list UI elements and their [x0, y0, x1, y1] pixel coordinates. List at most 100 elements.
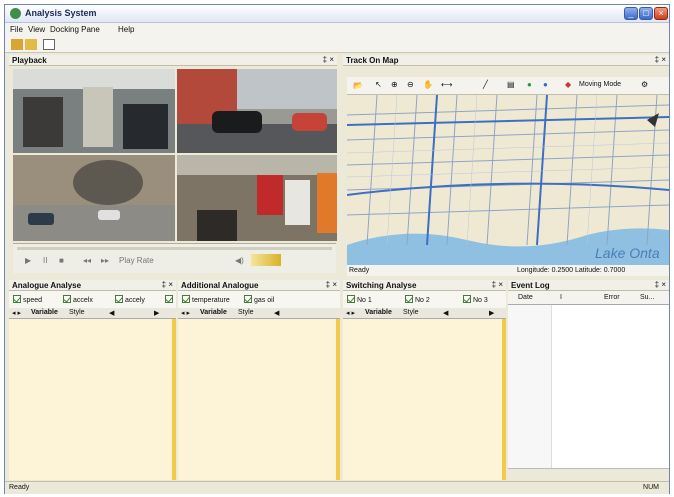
menu-docking-pane[interactable]: Docking Pane: [50, 25, 100, 34]
tab-scroll-right-icon[interactable]: ▶: [489, 309, 494, 317]
date-column-button[interactable]: Date: [518, 294, 533, 301]
marker-icon[interactable]: ◆: [565, 80, 571, 89]
volume-level-icon[interactable]: [251, 254, 281, 266]
switching-plot-area[interactable]: [343, 319, 506, 480]
measure-icon[interactable]: ⟷: [441, 80, 452, 89]
menu-view[interactable]: View: [28, 25, 45, 34]
refresh-icon[interactable]: ●: [543, 80, 548, 89]
pin-icon[interactable]: ‡: [323, 55, 327, 64]
menu-file[interactable]: File: [10, 25, 23, 34]
additional-analogue-panel: Additional Analogue ‡ × temperature gas …: [178, 280, 340, 480]
eventlog-columns: Date I Error Su...: [508, 291, 669, 305]
pin-icon[interactable]: ‡: [326, 280, 330, 289]
analogue-header: Analogue Analyse ‡ ×: [9, 280, 176, 291]
check-speed[interactable]: speed: [13, 295, 42, 304]
close-icon[interactable]: ×: [661, 280, 666, 289]
tab-style[interactable]: Style: [69, 309, 85, 316]
map-pin-icon[interactable]: ‡: [655, 55, 659, 64]
lake-label: Lake Onta: [595, 245, 660, 261]
close-icon[interactable]: ×: [332, 280, 337, 289]
application-window: Analysis System _ □ × File View Docking …: [4, 4, 670, 494]
playback-seek-slider[interactable]: [17, 247, 332, 250]
playback-controls: ▶ II ■ ◂◂ ▸▸ Play Rate ◀): [13, 243, 336, 273]
minimize-button[interactable]: _: [624, 7, 638, 20]
close-icon[interactable]: ×: [168, 280, 173, 289]
fast-forward-icon[interactable]: ▸▸: [101, 256, 109, 265]
tab-scroll-left-icon[interactable]: ◀: [443, 309, 448, 317]
check-accely[interactable]: accely: [115, 295, 145, 304]
maximize-button[interactable]: □: [639, 7, 653, 20]
window-title: Analysis System: [25, 8, 97, 18]
city-map[interactable]: Lake Onta: [347, 95, 669, 265]
check-no3[interactable]: No 3: [463, 295, 488, 304]
tab-style[interactable]: Style: [238, 309, 254, 316]
tab-style[interactable]: Style: [403, 309, 419, 316]
menu-help[interactable]: Help: [118, 25, 134, 34]
num-lock-indicator: NUM: [643, 484, 659, 491]
open-folder-icon[interactable]: [11, 39, 23, 50]
summary-column-button[interactable]: Su...: [640, 294, 654, 301]
tab-variable[interactable]: Variable: [31, 309, 58, 316]
close-button[interactable]: ×: [654, 7, 668, 20]
app-icon: [10, 8, 21, 19]
eventlog-header: Event Log ‡ ×: [508, 280, 669, 291]
map-header: Track On Map ‡ ×: [343, 55, 669, 66]
zoom-in-icon[interactable]: ⊕: [391, 80, 398, 89]
tab-variable[interactable]: Variable: [365, 309, 392, 316]
volume-icon[interactable]: ◀): [235, 256, 244, 265]
pause-icon[interactable]: II: [43, 256, 47, 265]
menu-bar: File View Docking Pane Help: [5, 23, 669, 36]
error-column-button[interactable]: Error: [604, 294, 620, 301]
zoom-out-icon[interactable]: ⊖: [407, 80, 414, 89]
map-toolbar: 📂 ↖ ⊕ ⊖ ✋ ⟷ ╱ ▤ ● ● ◆ Moving Mode ⚙: [347, 77, 669, 95]
eventlog-date-column: [508, 305, 552, 468]
tab-scroll-left-icon[interactable]: ◀: [274, 309, 279, 317]
tab-nav-icon[interactable]: ◂ ▸: [181, 309, 190, 317]
settings-icon[interactable]: ⚙: [641, 80, 648, 89]
eventlog-scrollbar[interactable]: [508, 468, 669, 480]
pointer-icon[interactable]: ↖: [375, 80, 382, 89]
bus-interior-camera-4: [177, 155, 337, 241]
check-gas-oil[interactable]: gas oil: [244, 295, 274, 304]
check-more[interactable]: [165, 295, 175, 304]
moving-mode-dropdown[interactable]: Moving Mode: [579, 81, 621, 88]
tab-nav-icon[interactable]: ◂ ▸: [12, 309, 21, 317]
map-status-bar: Ready Longitude: 0.2500 Latitude: 0.7000: [347, 265, 669, 276]
tab-scroll-left-icon[interactable]: ◀: [109, 309, 114, 317]
pan-icon[interactable]: ✋: [423, 80, 433, 89]
rewind-icon[interactable]: ◂◂: [83, 256, 91, 265]
globe-icon[interactable]: ●: [527, 80, 532, 89]
play-icon[interactable]: ▶: [25, 256, 31, 265]
eventlog-title: Event Log: [511, 281, 550, 290]
map-close-icon[interactable]: ×: [661, 55, 666, 64]
close-icon[interactable]: ×: [498, 280, 503, 289]
tab-variable[interactable]: Variable: [200, 309, 227, 316]
layers-icon[interactable]: ▤: [507, 80, 515, 89]
check-temperature[interactable]: temperature: [182, 295, 230, 304]
id-column-button[interactable]: I: [560, 294, 562, 301]
check-accelx[interactable]: accelx: [63, 295, 93, 304]
pin-icon[interactable]: ‡: [162, 280, 166, 289]
document-icon[interactable]: [43, 39, 55, 50]
save-icon[interactable]: [25, 39, 37, 50]
check-no1[interactable]: No 1: [347, 295, 372, 304]
analogue-plot-area[interactable]: [9, 319, 176, 480]
tab-scroll-right-icon[interactable]: ▶: [154, 309, 159, 317]
additional-title: Additional Analogue: [181, 281, 259, 290]
map-title: Track On Map: [346, 56, 399, 65]
tab-nav-icon[interactable]: ◂ ▸: [346, 309, 355, 317]
check-no2[interactable]: No 2: [405, 295, 430, 304]
additional-tabs: ◂ ▸ Variable Style ◀: [178, 308, 340, 319]
additional-plot-area[interactable]: [178, 319, 340, 480]
close-icon[interactable]: ×: [329, 55, 334, 64]
draw-line-icon[interactable]: ╱: [483, 80, 488, 89]
map-open-icon[interactable]: 📂: [353, 81, 363, 90]
playback-title: Playback: [12, 56, 47, 65]
play-rate-label[interactable]: Play Rate: [119, 256, 154, 265]
bus-interior-camera-1: [13, 69, 175, 153]
stop-icon[interactable]: ■: [59, 256, 64, 265]
pin-icon[interactable]: ‡: [655, 280, 659, 289]
map-streets: [347, 95, 669, 265]
switching-tabs: ◂ ▸ Variable Style ◀ ▶: [343, 308, 506, 319]
pin-icon[interactable]: ‡: [492, 280, 496, 289]
